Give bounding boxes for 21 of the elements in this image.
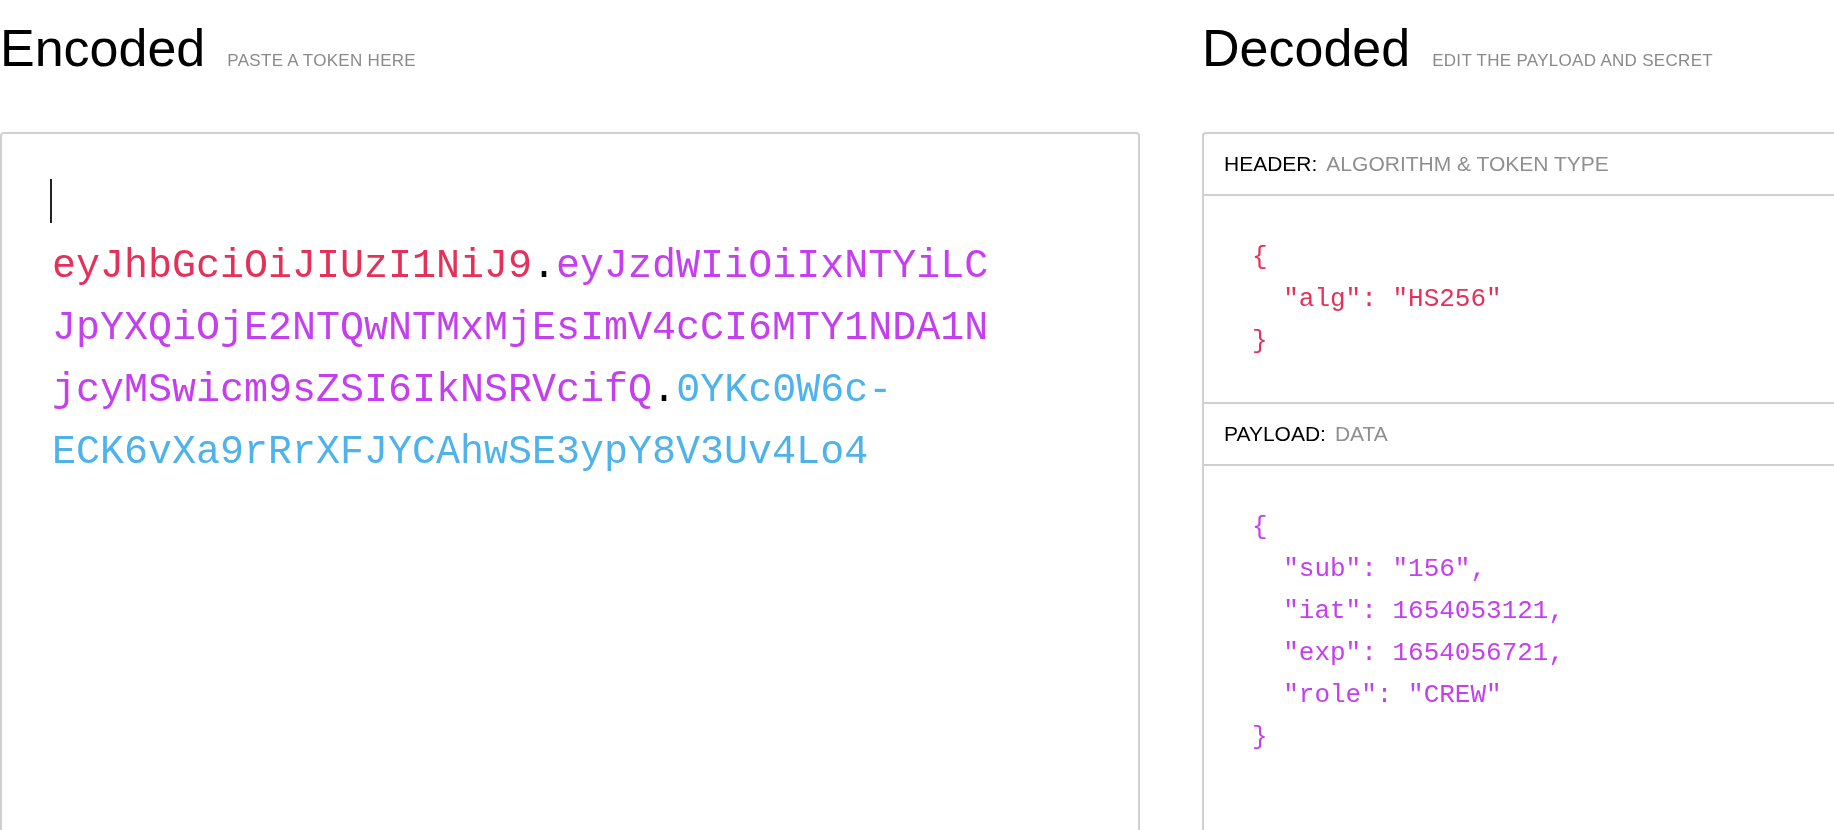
code-line: } [1252, 325, 1269, 358]
panel-hint: DATA [1334, 422, 1388, 446]
json-editor[interactable]: { "alg": "HS256" } [1204, 196, 1834, 404]
code-line: "sub": "156", [1282, 553, 1488, 586]
section-subtitle: PASTE A TOKEN HERE [227, 51, 416, 71]
json-editor[interactable]: { "sub": "156", "iat": 1654053121, "exp": 1654056721, "role": "CREW" } [1204, 466, 1834, 798]
panel-hint: ALGORITHM & TOKEN TYPE [1326, 152, 1609, 176]
code-line: "role": "CREW" [1282, 679, 1503, 712]
code-line: "iat": 1654053121, [1282, 595, 1566, 628]
code-line: "exp": 1654056721, [1282, 637, 1566, 670]
section-title: Encoded [0, 18, 206, 78]
section-subtitle: EDIT THE PAYLOAD AND SECRET [1432, 51, 1713, 71]
section-title: Decoded [1202, 18, 1411, 78]
code-line: } [1252, 721, 1269, 754]
panel-label: HEADER: [1224, 152, 1318, 176]
code-line: { [1252, 511, 1269, 544]
text-cursor [50, 179, 52, 223]
code-line: "alg": "HS256" [1282, 283, 1503, 316]
code-line: { [1252, 241, 1269, 274]
panel-label: PAYLOAD: [1224, 422, 1326, 446]
token-input[interactable]: eyJhbGciOiJIUzI1NiJ9.eyJzdWIiOiIxNTYiLCJpYXQiOjE2NTQwNTMxMjEsImV4cCI6MTY1NDA1NjcyMSwicm9sZSI6IkNSRVcifQ.0YKc0W6c-ECK6vXa9rRrXFJYCAhwSE3ypY8V3Uv4Lo4 [0, 132, 1140, 830]
